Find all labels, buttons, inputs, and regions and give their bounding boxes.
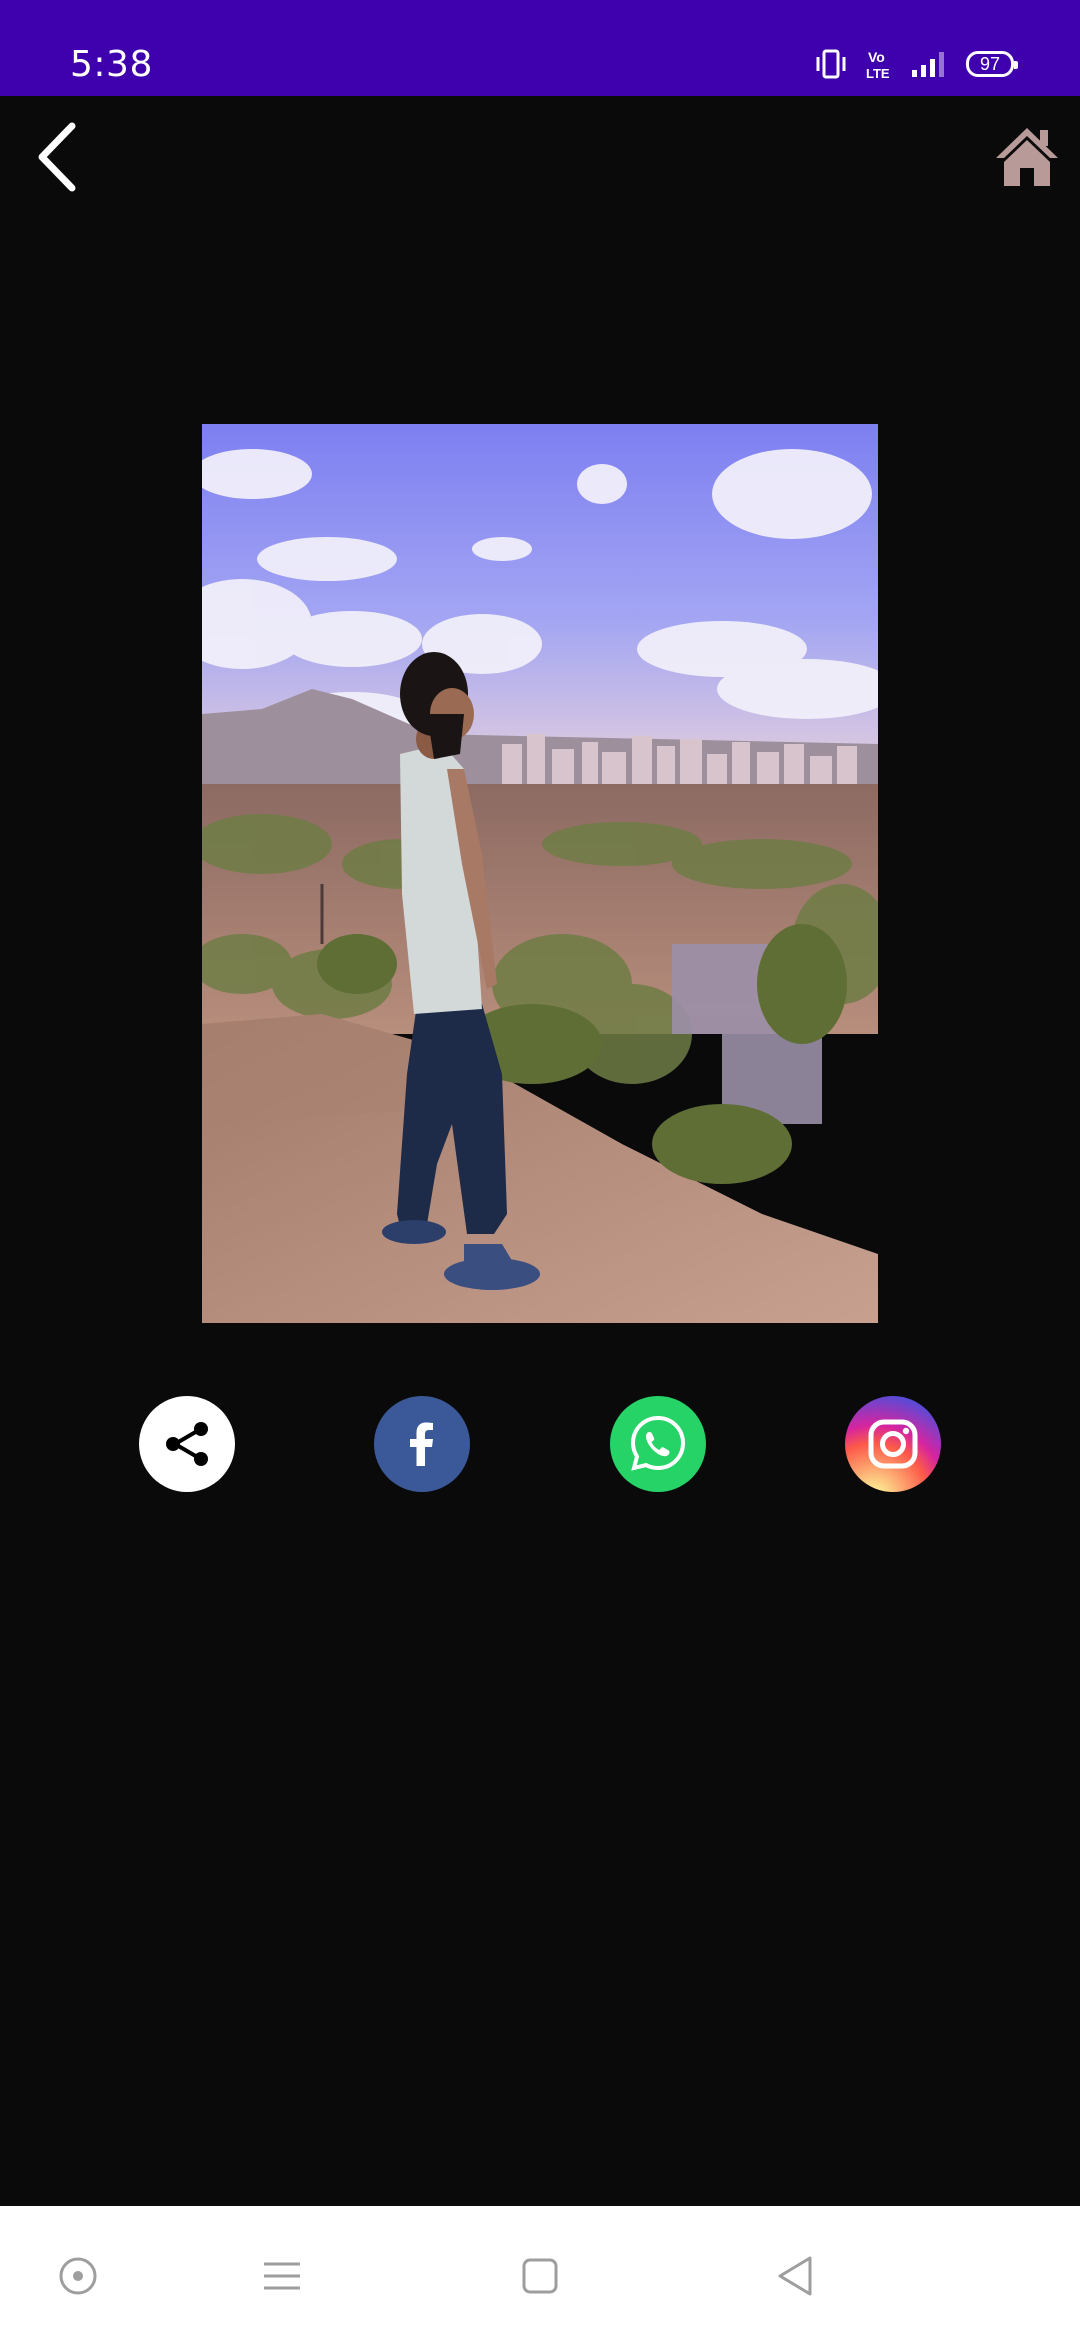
whatsapp-icon xyxy=(630,1415,686,1471)
battery-indicator: 97 xyxy=(966,51,1018,77)
instagram-icon xyxy=(868,1419,918,1469)
signal-icon xyxy=(912,52,944,77)
recents-button[interactable] xyxy=(260,2254,304,2298)
navigation-bar xyxy=(0,2206,1080,2340)
back-nav-button[interactable] xyxy=(774,2254,818,2298)
chevron-left-icon xyxy=(38,122,76,192)
svg-text:Vo: Vo xyxy=(868,49,885,65)
facebook-icon xyxy=(410,1422,433,1466)
status-bar: 5:38 Vo LTE 97 xyxy=(0,0,1080,96)
home-button[interactable] xyxy=(994,124,1060,190)
battery-level: 97 xyxy=(979,53,1001,74)
status-time: 5:38 xyxy=(70,44,153,85)
back-button[interactable] xyxy=(22,112,92,202)
image-share-screen: 5:38 Vo LTE 97 xyxy=(0,0,1080,2340)
status-icons: Vo LTE 97 xyxy=(814,48,1018,80)
share-icon xyxy=(166,1422,208,1466)
facebook-share-button[interactable] xyxy=(374,1396,470,1492)
assistant-button[interactable] xyxy=(56,2254,100,2298)
home-nav-button[interactable] xyxy=(518,2254,562,2298)
vibrate-icon xyxy=(816,49,846,79)
share-button[interactable] xyxy=(139,1396,235,1492)
instagram-share-button[interactable] xyxy=(845,1396,941,1492)
volte-icon: Vo LTE xyxy=(866,49,890,80)
home-icon xyxy=(996,128,1058,186)
whatsapp-share-button[interactable] xyxy=(610,1396,706,1492)
svg-text:LTE: LTE xyxy=(866,66,890,80)
photo-preview xyxy=(202,424,878,1323)
